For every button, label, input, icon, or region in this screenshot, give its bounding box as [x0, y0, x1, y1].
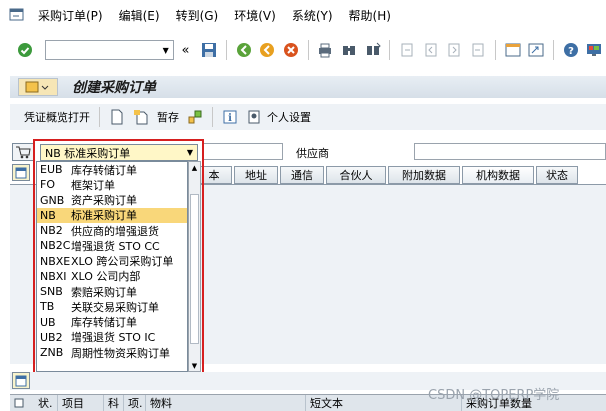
- tab-org-data[interactable]: 机构数据: [462, 166, 534, 184]
- menu-system[interactable]: 系统(Y): [286, 7, 339, 24]
- copy-reference-icon[interactable]: [132, 108, 150, 126]
- column-header-material[interactable]: 物料: [146, 395, 306, 411]
- supplier-field[interactable]: [414, 143, 606, 160]
- tab-label: 状态: [546, 169, 568, 182]
- menu-goto[interactable]: 转到(G): [170, 7, 225, 24]
- cart-icon[interactable]: [12, 143, 34, 161]
- find-next-icon[interactable]: [364, 41, 382, 59]
- cancel-icon[interactable]: [282, 41, 300, 59]
- menu-purchase-order[interactable]: 采购订单(P): [32, 7, 109, 24]
- toolbar-separator: [225, 40, 227, 60]
- header-expand-icon[interactable]: [12, 164, 30, 181]
- exit-icon[interactable]: [258, 41, 276, 59]
- check-icon[interactable]: [186, 108, 204, 126]
- help-icon[interactable]: ?: [562, 41, 580, 59]
- toolbar-separator: [389, 40, 391, 60]
- column-header-category[interactable]: 项.: [124, 395, 146, 411]
- screen-title-bar: 创建采购订单: [10, 76, 606, 98]
- toolbar-separator: [494, 40, 496, 60]
- enter-check-icon[interactable]: [16, 41, 34, 59]
- tab-status[interactable]: 状态: [536, 166, 578, 184]
- column-label: 状.: [38, 397, 53, 410]
- save-icon[interactable]: [200, 41, 218, 59]
- column-label: 物料: [150, 397, 172, 410]
- application-toolbar: 凭证概览打开 暂存 i 个人设置: [10, 104, 606, 130]
- column-label: 短文本: [310, 397, 343, 410]
- previous-page-icon[interactable]: [422, 41, 440, 59]
- tab-label: 本: [208, 169, 220, 182]
- create-document-icon[interactable]: [108, 108, 126, 126]
- supplier-label: 供应商: [296, 147, 329, 160]
- next-page-icon[interactable]: [446, 41, 464, 59]
- column-label: 项.: [128, 397, 143, 410]
- tab-partners[interactable]: 合伙人: [326, 166, 386, 184]
- toolbar-separator: [307, 40, 309, 60]
- tab-label: 通信: [291, 169, 313, 182]
- items-expand-icon[interactable]: [12, 372, 30, 389]
- highlight-frame: [33, 139, 204, 377]
- tab-communication[interactable]: 通信: [280, 166, 324, 184]
- column-header-status[interactable]: 状.: [34, 395, 58, 411]
- tab-label: 附加数据: [402, 169, 446, 182]
- hold-button[interactable]: 暂存: [157, 109, 179, 125]
- command-dropdown-icon[interactable]: ▼: [159, 41, 173, 59]
- document-overview-button[interactable]: 凭证概览打开: [24, 109, 90, 125]
- system-menu-icon[interactable]: [6, 4, 28, 26]
- svg-text:i: i: [228, 113, 232, 124]
- find-icon[interactable]: [340, 41, 358, 59]
- collapse-command-icon[interactable]: «: [177, 41, 195, 59]
- tab-label: 合伙人: [339, 169, 373, 182]
- last-page-icon[interactable]: [469, 41, 487, 59]
- column-label: 科: [108, 397, 119, 410]
- other-purchase-order-icon[interactable]: [18, 78, 58, 96]
- layout-menu-icon[interactable]: [585, 41, 603, 59]
- tab-label: 机构数据: [476, 169, 520, 182]
- tab-address[interactable]: 地址: [234, 166, 278, 184]
- personal-settings-icon[interactable]: [245, 108, 263, 126]
- personal-settings-button[interactable]: 个人设置: [267, 109, 311, 125]
- menu-environment[interactable]: 环境(V): [228, 7, 282, 24]
- menu-bar: 采购订单(P) 编辑(E) 转到(G) 环境(V) 系统(Y) 帮助(H): [0, 0, 606, 30]
- info-icon[interactable]: i: [221, 108, 239, 126]
- column-header-item[interactable]: 项目: [58, 395, 104, 411]
- first-page-icon[interactable]: [398, 41, 416, 59]
- standard-toolbar: ▼ « ?: [0, 30, 606, 70]
- document-number-field[interactable]: [203, 143, 283, 160]
- new-session-icon[interactable]: [504, 41, 522, 59]
- toolbar-separator: [99, 107, 100, 127]
- shortcut-icon[interactable]: [527, 41, 545, 59]
- page-title: 创建采购订单: [72, 80, 156, 96]
- svg-text:?: ?: [568, 46, 574, 57]
- command-field[interactable]: ▼: [44, 40, 174, 60]
- back-icon[interactable]: [235, 41, 253, 59]
- tab-additional-data[interactable]: 附加数据: [388, 166, 460, 184]
- menu-edit[interactable]: 编辑(E): [113, 7, 166, 24]
- watermark: CSDN @TOPERP学院: [428, 388, 560, 403]
- toolbar-separator: [552, 40, 554, 60]
- toolbar-separator: [212, 107, 213, 127]
- tab-label: 地址: [245, 169, 267, 182]
- select-all-icon[interactable]: [10, 395, 34, 411]
- column-label: 项目: [62, 397, 84, 410]
- menu-help[interactable]: 帮助(H): [343, 7, 397, 24]
- print-icon[interactable]: [317, 41, 335, 59]
- column-header-account[interactable]: 科: [104, 395, 124, 411]
